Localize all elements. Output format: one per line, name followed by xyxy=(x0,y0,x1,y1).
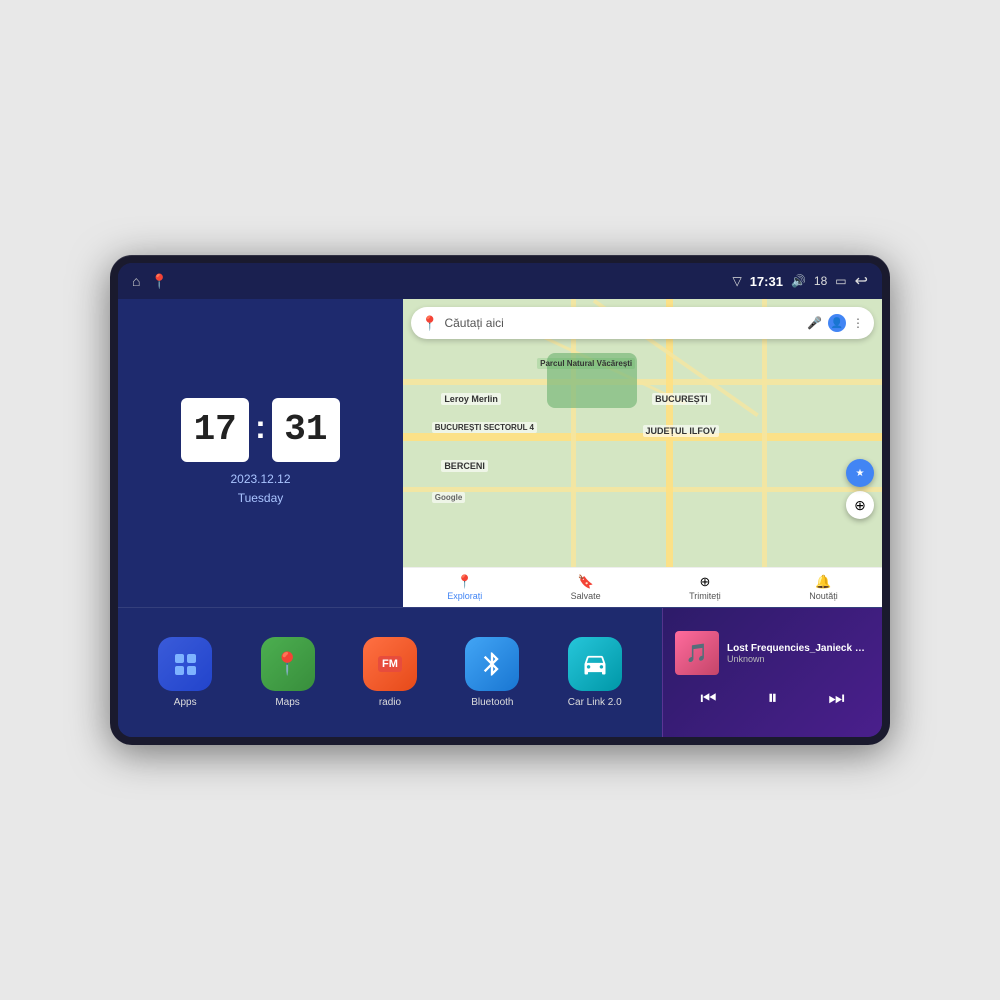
app-icon-carlink[interactable]: Car Link 2.0 xyxy=(565,637,625,708)
app-icon-maps[interactable]: 📍 Maps xyxy=(258,637,318,708)
bluetooth-svg-icon xyxy=(478,650,506,678)
clock-widget: 17 : 31 2023.12.12 Tuesday xyxy=(118,299,403,607)
map-search-bar[interactable]: 📍 Căutați aici 🎤 👤 ⋮ xyxy=(411,307,874,339)
trimiteti-icon: ⊕ xyxy=(700,574,711,590)
map-bottom-bar: 📍 Explorați 🔖 Salvate ⊕ Trimiteți 🔔 xyxy=(403,567,882,607)
clock-date: 2023.12.12 Tuesday xyxy=(230,470,290,508)
map-background: TRAPEZULUI BUCUREȘTI JUDEȚUL ILFOV Parcu… xyxy=(403,299,882,567)
music-prev-button[interactable]: ⏮ xyxy=(692,684,724,713)
home-icon[interactable]: ⌂ xyxy=(132,273,140,289)
salvate-icon: 🔖 xyxy=(578,574,594,590)
status-bar: ⌂ 📍 ▽ 17:31 🔊 18 ▭ ↩ xyxy=(118,263,882,299)
battery-icon: ▭ xyxy=(835,274,846,288)
map-widget: 📍 Căutați aici 🎤 👤 ⋮ xyxy=(403,299,882,607)
mic-icon[interactable]: 🎤 xyxy=(807,316,822,330)
map-label-leroy: Leroy Merlin xyxy=(441,393,501,405)
clock-minutes: 31 xyxy=(272,398,340,462)
screen: ⌂ 📍 ▽ 17:31 🔊 18 ▭ ↩ 17 : xyxy=(118,263,882,737)
map-label-berceni: BERCENI xyxy=(441,460,488,472)
map-search-placeholder: Căutați aici xyxy=(444,316,801,330)
music-artist: Unknown xyxy=(727,654,870,664)
music-album-art: 🎵 xyxy=(675,631,719,675)
back-icon[interactable]: ↩ xyxy=(855,271,868,291)
app-icon-apps[interactable]: Apps xyxy=(155,637,215,708)
music-art-icon: 🎵 xyxy=(686,643,708,664)
top-section: 17 : 31 2023.12.12 Tuesday 📍 Căutați aic… xyxy=(118,299,882,607)
radio-icon-box: FM xyxy=(363,637,417,691)
grid-icon[interactable]: ⋮ xyxy=(852,316,864,330)
music-play-button[interactable]: ⏸ xyxy=(759,683,785,714)
trimiteti-label: Trimiteți xyxy=(689,591,721,601)
map-nav-trimiteti[interactable]: ⊕ Trimiteți xyxy=(689,574,721,601)
radio-label: radio xyxy=(379,697,401,708)
app-icon-bluetooth[interactable]: Bluetooth xyxy=(462,637,522,708)
music-info: Lost Frequencies_Janieck Devy-... Unknow… xyxy=(727,643,870,664)
battery-level: 18 xyxy=(814,274,827,288)
app-shortcuts: Apps 📍 Maps FM radio xyxy=(118,608,662,737)
music-top: 🎵 Lost Frequencies_Janieck Devy-... Unkn… xyxy=(675,631,870,675)
carlink-icon-box xyxy=(568,637,622,691)
map-label-google: Google xyxy=(432,492,466,503)
bluetooth-label: Bluetooth xyxy=(471,697,513,708)
maps-label: Maps xyxy=(275,697,299,708)
music-next-button[interactable]: ⏭ xyxy=(820,684,852,713)
carlink-svg-icon xyxy=(581,650,609,678)
account-icon[interactable]: 👤 xyxy=(828,314,846,332)
map-compass-button[interactable]: ★ xyxy=(846,459,874,487)
map-label-ilfov: JUDEȚUL ILFOV xyxy=(643,425,719,437)
map-nav-noutati[interactable]: 🔔 Noutăți xyxy=(809,574,838,601)
map-nav-salvate[interactable]: 🔖 Salvate xyxy=(571,574,601,601)
clock-hours: 17 xyxy=(181,398,249,462)
map-nav-explorati[interactable]: 📍 Explorați xyxy=(447,574,482,601)
maps-icon-box: 📍 xyxy=(261,637,315,691)
app-icon-radio[interactable]: FM radio xyxy=(360,637,420,708)
apps-label: Apps xyxy=(174,697,197,708)
map-search-pin-icon: 📍 xyxy=(421,315,438,332)
salvate-label: Salvate xyxy=(571,591,601,601)
explorati-icon: 📍 xyxy=(457,574,473,590)
location-crosshair-icon: ⊕ xyxy=(854,497,866,514)
bluetooth-icon-box xyxy=(465,637,519,691)
clock-colon: : xyxy=(255,409,266,446)
map-label-sector4: BUCUREȘTI SECTORUL 4 xyxy=(432,422,537,433)
apps-grid-icon xyxy=(169,648,202,681)
map-location-button[interactable]: ⊕ xyxy=(846,491,874,519)
noutati-label: Noutăți xyxy=(809,591,838,601)
main-content: 17 : 31 2023.12.12 Tuesday 📍 Căutați aic… xyxy=(118,299,882,737)
volume-icon: 🔊 xyxy=(791,274,806,288)
map-label-bucuresti: BUCUREȘTI xyxy=(652,393,711,405)
radio-fm-label: FM xyxy=(378,656,402,672)
bottom-section: Apps 📍 Maps FM radio xyxy=(118,607,882,737)
music-title: Lost Frequencies_Janieck Devy-... xyxy=(727,643,870,654)
maps-pin-icon: 📍 xyxy=(274,651,301,677)
apps-icon-box xyxy=(158,637,212,691)
car-head-unit: ⌂ 📍 ▽ 17:31 🔊 18 ▭ ↩ 17 : xyxy=(110,255,890,745)
signal-icon: ▽ xyxy=(732,274,741,288)
map-search-icons: 🎤 👤 ⋮ xyxy=(807,314,864,332)
carlink-label: Car Link 2.0 xyxy=(568,697,622,708)
compass-icon: ★ xyxy=(856,468,865,479)
map-label-parc: Parcul Natural Văcărești xyxy=(537,358,635,369)
noutati-icon: 🔔 xyxy=(815,574,831,590)
music-player: 🎵 Lost Frequencies_Janieck Devy-... Unkn… xyxy=(662,608,882,737)
explorati-label: Explorați xyxy=(447,591,482,601)
status-time: 17:31 xyxy=(750,274,783,289)
music-controls: ⏮ ⏸ ⏭ xyxy=(675,683,870,714)
maps-icon[interactable]: 📍 xyxy=(150,273,167,290)
clock-display: 17 : 31 xyxy=(181,398,340,462)
